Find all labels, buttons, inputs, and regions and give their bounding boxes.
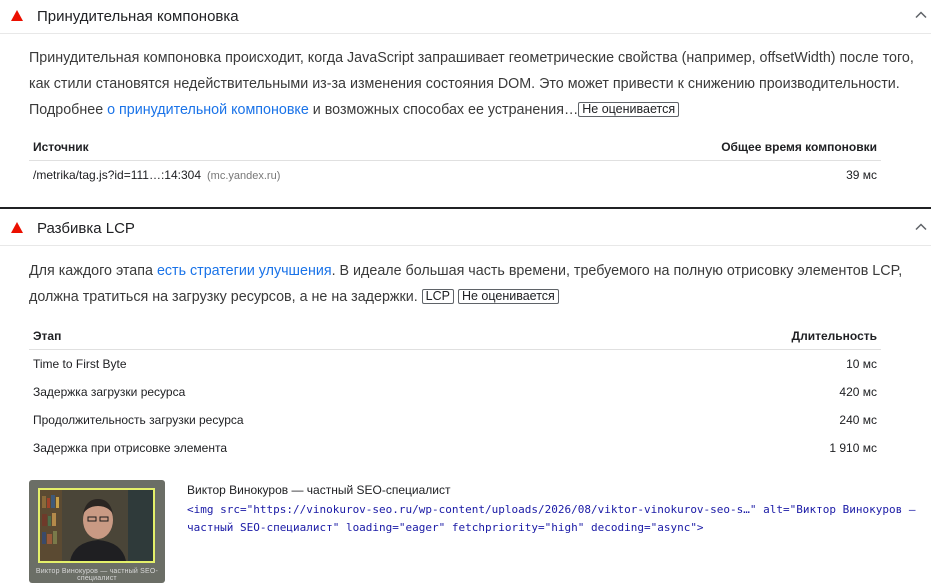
- table-row: Time to First Byte 10 мс: [29, 350, 881, 379]
- phase-duration: 10 мс: [846, 357, 877, 371]
- audit-forced-layout-header[interactable]: Принудительная компоновка: [0, 0, 931, 34]
- table-row: Задержка при отрисовке элемента 1 910 мс: [29, 434, 881, 462]
- lcp-badge: LCP: [421, 289, 454, 304]
- phase-name: Задержка загрузки ресурса: [33, 385, 186, 399]
- chevron-up-icon[interactable]: [913, 219, 929, 235]
- column-header-phase[interactable]: Этап: [29, 323, 626, 350]
- not-scored-badge: Не оценивается: [578, 102, 680, 117]
- phase-name: Time to First Byte: [33, 357, 127, 371]
- lcp-phase-table: Этап Длительность Time to First Byte 10 …: [29, 323, 881, 462]
- fail-triangle-icon: [11, 222, 23, 233]
- source-host: (mc.yandex.ru): [207, 170, 281, 182]
- section-divider: [0, 207, 931, 209]
- audit-forced-layout: Принудительная компоновка Принудительная…: [0, 0, 931, 207]
- chevron-up-icon[interactable]: [913, 7, 929, 23]
- audit-description: Принудительная компоновка происходит, ко…: [29, 45, 919, 123]
- portrait-photo: [40, 490, 153, 561]
- table-row: Продолжительность загрузки ресурса 240 м…: [29, 406, 881, 434]
- description-text: и возможных способах ее устранения…: [308, 102, 579, 118]
- thumbnail-image: [38, 488, 155, 563]
- phase-duration: 420 мс: [839, 385, 877, 399]
- phase-duration: 1 910 мс: [829, 441, 877, 455]
- column-header-duration[interactable]: Длительность: [625, 323, 881, 350]
- phase-duration: 240 мс: [839, 413, 877, 427]
- description-text: Для каждого этапа: [29, 263, 157, 279]
- audit-lcp-header[interactable]: Разбивка LCP: [0, 212, 931, 246]
- table-row: Задержка загрузки ресурса 420 мс: [29, 378, 881, 406]
- forced-layout-table: Источник Общее время компоновки /metrika…: [29, 134, 881, 189]
- lcp-element-thumbnail[interactable]: Виктор Винокуров — частный SEO-специалис…: [29, 480, 165, 583]
- thumbnail-caption: Виктор Винокуров — частный SEO-специалис…: [35, 568, 159, 582]
- not-scored-badge: Не оценивается: [457, 289, 559, 304]
- source-link[interactable]: /metrika/tag.js?id=111…:14:304: [33, 168, 201, 182]
- column-header-total-time[interactable]: Общее время компоновки: [548, 134, 881, 161]
- improvement-strategies-link[interactable]: есть стратегии улучшения: [157, 263, 332, 279]
- lcp-element-snippet[interactable]: <img src="https://vinokurov-seo.ru/wp-co…: [187, 501, 917, 537]
- audit-title: Разбивка LCP: [37, 220, 135, 237]
- layout-time: 39 мс: [846, 168, 877, 182]
- forced-layout-link[interactable]: о принудительной компоновке: [107, 102, 309, 118]
- table-row: /metrika/tag.js?id=111…:14:304 (mc.yandex…: [29, 161, 881, 190]
- lcp-element-label: Виктор Винокуров — частный SEO-специалис…: [187, 483, 451, 497]
- phase-name: Задержка при отрисовке элемента: [33, 441, 228, 455]
- phase-name: Продолжительность загрузки ресурса: [33, 413, 244, 427]
- fail-triangle-icon: [11, 10, 23, 21]
- audit-description: Для каждого этапа есть стратегии улучшен…: [29, 258, 919, 310]
- audit-title: Принудительная компоновка: [37, 8, 239, 25]
- column-header-source[interactable]: Источник: [29, 134, 549, 161]
